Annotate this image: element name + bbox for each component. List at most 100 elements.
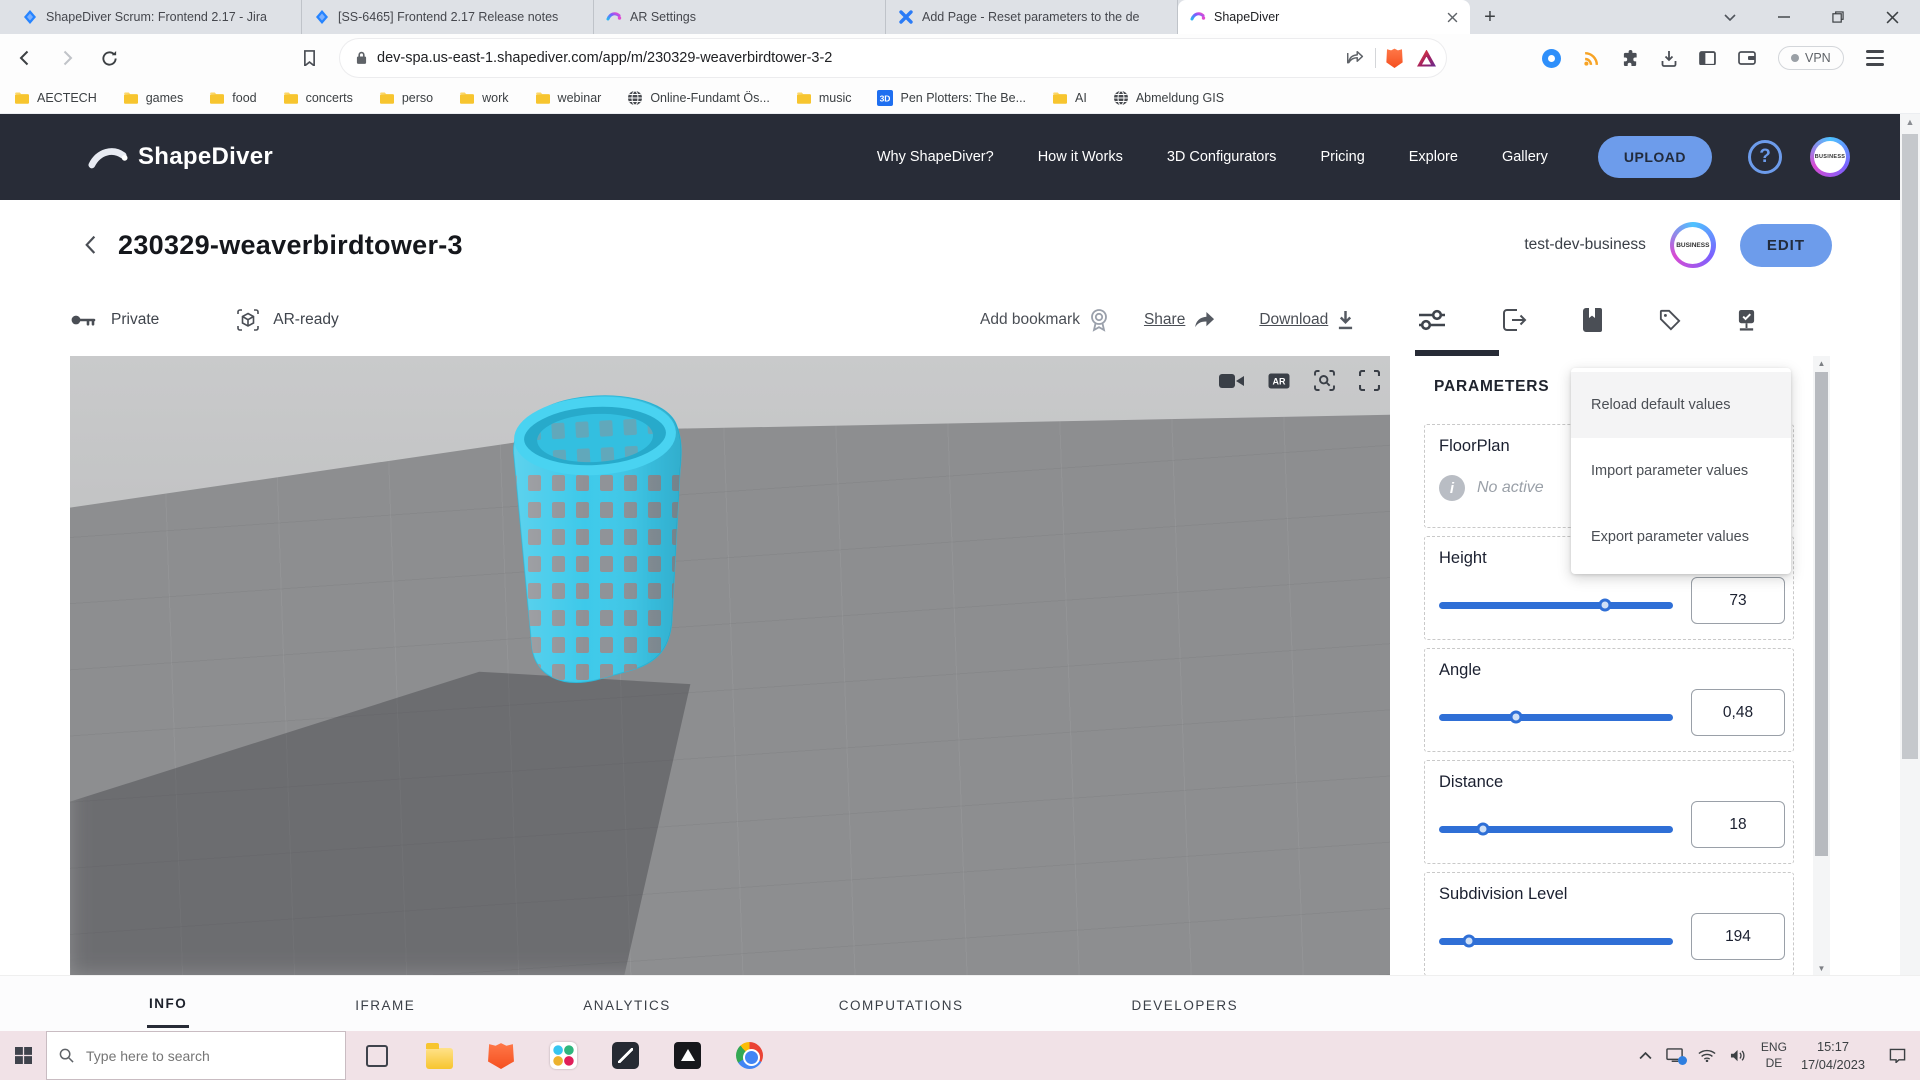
parameter-value-input[interactable]: 0,48 — [1691, 689, 1785, 736]
search-input[interactable] — [84, 1047, 314, 1065]
edit-button[interactable]: EDIT — [1740, 224, 1832, 267]
onepassword-icon[interactable] — [1542, 49, 1561, 68]
panel-scrollbar-thumb[interactable] — [1815, 372, 1828, 856]
browser-tab[interactable]: AR Settings — [594, 0, 886, 34]
download-icon[interactable] — [1661, 50, 1677, 67]
nav-link-explore[interactable]: Explore — [1409, 149, 1458, 165]
model-states-icon[interactable] — [1737, 309, 1756, 332]
share-page-icon[interactable] — [1346, 50, 1365, 66]
nav-link-3d-configurators[interactable]: 3D Configurators — [1167, 149, 1277, 165]
wifi-icon[interactable] — [1698, 1049, 1716, 1063]
browser-tab[interactable]: [SS-6465] Frontend 2.17 Release notes — [302, 0, 594, 34]
avatar[interactable]: BUSINESS — [1810, 137, 1850, 177]
bookmark-item[interactable]: Online-Fundamt Ös... — [627, 90, 770, 106]
slider-thumb[interactable] — [1463, 935, 1476, 948]
nav-link-why-shapediver-[interactable]: Why ShapeDiver? — [877, 149, 994, 165]
url-bar[interactable]: dev-spa.us-east-1.shapediver.com/app/m/2… — [340, 39, 1446, 77]
parameter-value-input[interactable]: 194 — [1691, 913, 1785, 960]
ar-view-icon[interactable]: AR — [1268, 373, 1290, 389]
scroll-up-icon[interactable]: ▲ — [1813, 356, 1830, 370]
download-link[interactable]: Download — [1259, 311, 1328, 329]
nav-link-pricing[interactable]: Pricing — [1320, 149, 1364, 165]
export-icon[interactable] — [1503, 309, 1527, 331]
brave-shield-icon[interactable] — [1386, 48, 1403, 68]
ar-ready-label[interactable]: AR-ready — [273, 311, 338, 329]
bookmark-item[interactable]: games — [123, 90, 184, 106]
shapediver-logo[interactable]: ShapeDiver — [88, 143, 273, 171]
tab-computations[interactable]: COMPUTATIONS — [837, 981, 966, 1027]
browser-tab[interactable]: ShapeDiver Scrum: Frontend 2.17 - Jira — [10, 0, 302, 34]
puzzle-extension-icon[interactable] — [1622, 50, 1639, 67]
new-tab-button[interactable]: + — [1476, 3, 1504, 31]
slider-thumb[interactable] — [1477, 823, 1490, 836]
tab-search-chevron-icon[interactable] — [1720, 7, 1740, 27]
download-arrow-icon[interactable] — [1337, 310, 1354, 330]
help-button[interactable]: ? — [1748, 140, 1782, 174]
scroll-up-icon[interactable]: ▲ — [1900, 117, 1920, 127]
bookmark-item[interactable]: concerts — [283, 90, 353, 106]
parameter-value-input[interactable]: 18 — [1691, 801, 1785, 848]
zoom-extents-icon[interactable] — [1314, 370, 1335, 391]
minimize-button[interactable] — [1774, 7, 1794, 27]
page-scrollbar[interactable]: ▲ — [1900, 114, 1920, 1030]
panel-scrollbar[interactable]: ▲ ▼ — [1813, 356, 1830, 975]
reload-button[interactable] — [92, 41, 126, 75]
bookmark-flag-icon[interactable] — [292, 41, 326, 75]
url-text[interactable]: dev-spa.us-east-1.shapediver.com/app/m/2… — [377, 50, 1346, 66]
medal-icon[interactable] — [1090, 308, 1108, 332]
browser-tab[interactable]: Add Page - Reset parameters to the de — [886, 0, 1178, 34]
tab-info[interactable]: INFO — [147, 979, 189, 1028]
slider-track[interactable] — [1439, 602, 1673, 609]
bookmark-item[interactable]: AECTECH — [14, 90, 97, 106]
3d-viewport[interactable]: AR — [70, 356, 1390, 975]
taskbar-notes-app-button[interactable] — [594, 1031, 656, 1080]
share-arrow-icon[interactable] — [1194, 311, 1215, 328]
share-link[interactable]: Share — [1144, 311, 1185, 329]
bat-rewards-icon[interactable] — [1417, 50, 1436, 67]
back-chevron-button[interactable] — [84, 235, 96, 255]
close-tab-icon[interactable] — [1445, 10, 1460, 25]
bookmark-item[interactable]: AI — [1052, 90, 1087, 106]
scroll-down-icon[interactable]: ▼ — [1813, 961, 1830, 975]
menu-item-import-parameter-values[interactable]: Import parameter values — [1571, 438, 1791, 504]
browser-tab[interactable]: ShapeDiver — [1178, 0, 1470, 34]
bookmark-item[interactable]: 3DPen Plotters: The Be... — [877, 90, 1026, 106]
parameters-sliders-icon[interactable] — [1417, 308, 1447, 332]
nav-link-gallery[interactable]: Gallery — [1502, 149, 1548, 165]
menu-hamburger-icon[interactable] — [1866, 50, 1884, 65]
menu-item-export-parameter-values[interactable]: Export parameter values — [1571, 504, 1791, 570]
fullscreen-icon[interactable] — [1359, 370, 1380, 391]
tags-icon[interactable] — [1659, 309, 1681, 331]
slider-track[interactable] — [1439, 714, 1673, 721]
taskbar-capture-app-button[interactable] — [656, 1031, 718, 1080]
slider-track[interactable] — [1439, 938, 1673, 945]
rss-icon[interactable] — [1583, 50, 1600, 67]
tab-analytics[interactable]: ANALYTICS — [581, 981, 673, 1027]
language-switcher[interactable]: ENG DE — [1761, 1040, 1787, 1071]
library-icon[interactable] — [1583, 308, 1603, 332]
taskbar-task-view-button[interactable] — [346, 1031, 408, 1080]
bookmark-item[interactable]: music — [796, 90, 852, 106]
taskbar-chrome-button[interactable] — [718, 1031, 780, 1080]
wallet-icon[interactable] — [1738, 51, 1756, 65]
menu-item-reload-default-values[interactable]: Reload default values — [1571, 372, 1791, 438]
parameter-value-input[interactable]: 73 — [1691, 577, 1785, 624]
page-scrollbar-thumb[interactable] — [1902, 134, 1918, 759]
maximize-button[interactable] — [1828, 7, 1848, 27]
taskbar-brave-button[interactable] — [470, 1031, 532, 1080]
taskbar-file-explorer-button[interactable] — [408, 1031, 470, 1080]
bookmark-item[interactable]: Abmeldung GIS — [1113, 90, 1224, 106]
forward-button[interactable] — [50, 41, 84, 75]
nav-link-how-it-works[interactable]: How it Works — [1038, 149, 1123, 165]
upload-button[interactable]: UPLOAD — [1598, 136, 1712, 178]
back-button[interactable] — [8, 41, 42, 75]
bookmark-item[interactable]: work — [459, 90, 508, 106]
sidebar-icon[interactable] — [1699, 51, 1716, 66]
tab-iframe[interactable]: IFRAME — [353, 981, 417, 1027]
privacy-label[interactable]: Private — [111, 311, 159, 329]
vpn-badge[interactable]: VPN — [1778, 46, 1844, 70]
close-window-button[interactable] — [1882, 7, 1902, 27]
slider-track[interactable] — [1439, 826, 1673, 833]
taskbar-search[interactable] — [46, 1031, 346, 1080]
start-button[interactable] — [0, 1031, 46, 1080]
